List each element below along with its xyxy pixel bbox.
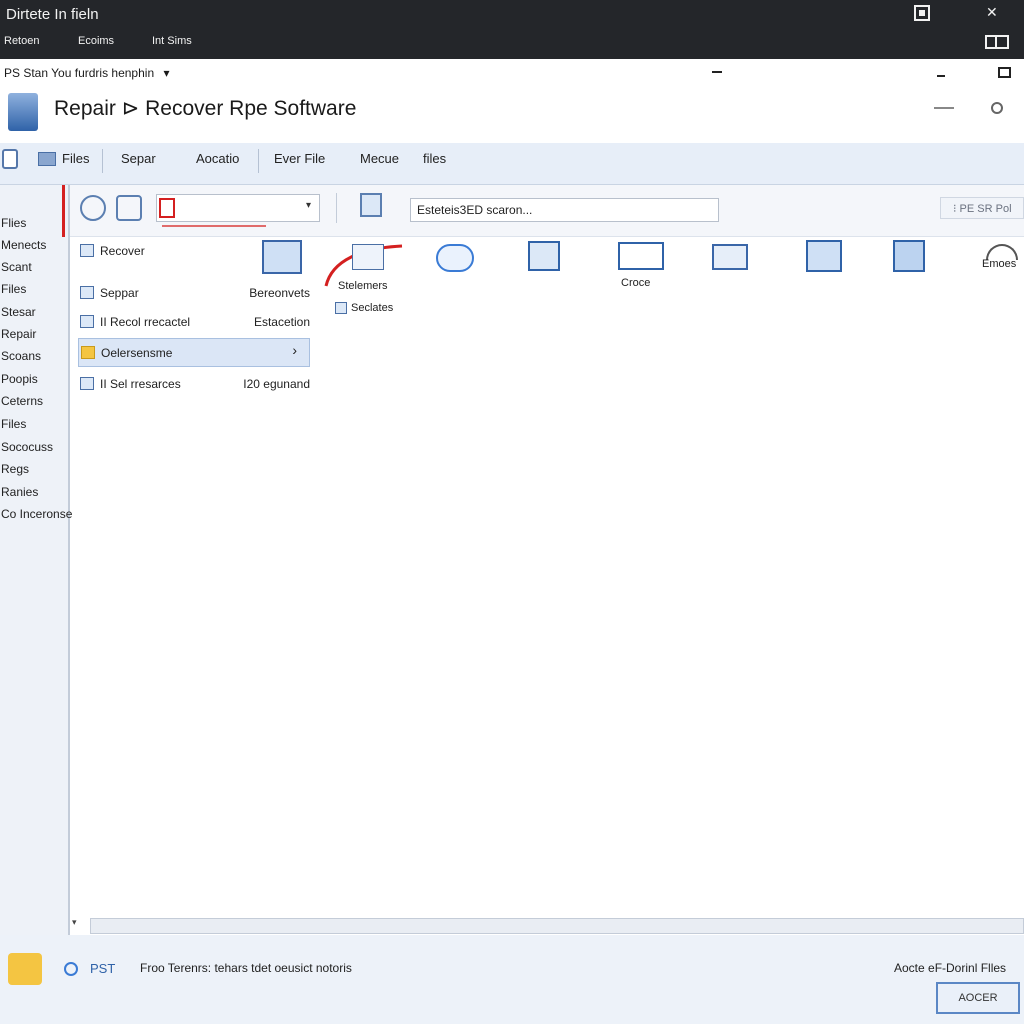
- screen-icon[interactable]: [262, 240, 302, 274]
- sidebar-item-2[interactable]: Menects: [1, 238, 46, 252]
- list-item-label: II Sel rresarces: [100, 377, 181, 391]
- sidebar-item-11[interactable]: Sococuss: [1, 440, 53, 454]
- sidebar-active-marker: [62, 185, 65, 237]
- divider: [258, 149, 259, 173]
- list-item-value: I20 egunand: [243, 377, 310, 391]
- grid-icon[interactable]: [618, 242, 664, 270]
- sidebar-item-3[interactable]: Scant: [1, 260, 32, 274]
- tab-aocatio[interactable]: Aocatio: [196, 151, 239, 166]
- tab-ever-file[interactable]: Ever File: [274, 151, 325, 166]
- window-icon[interactable]: [712, 244, 748, 270]
- list-icon: [80, 286, 94, 299]
- folder-icon: [8, 953, 42, 985]
- list-icon: [80, 244, 94, 257]
- icon-caption: Stelemers: [338, 280, 388, 292]
- tab-mecue[interactable]: Mecue: [360, 151, 399, 166]
- title-bar: Dirtete In fieln Retoen Ecoims Int Sims …: [0, 0, 1024, 59]
- status-right-text: Aocte eF-Dorinl Flles: [894, 961, 1007, 975]
- app-header: Repair ⊳ Recover Rpe Software: [0, 85, 1024, 143]
- status-message: Froo Terenrs: tehars tdet oeusict notori…: [140, 961, 352, 975]
- list-item-resources[interactable]: II Sel rresarces I20 egunand: [78, 370, 310, 398]
- files-icon: [38, 152, 56, 166]
- sync-icon: [64, 962, 78, 976]
- search-icon[interactable]: [991, 102, 1003, 114]
- toolbar: ▾ Esteteis3ED scaron... ⁝ PE SR Pol: [70, 185, 1024, 237]
- horizontal-scrollbar[interactable]: [90, 918, 1024, 934]
- sidebar-item-6[interactable]: Repair: [1, 327, 36, 341]
- breadcrumb[interactable]: PS Stan You furdris henphin ▾: [4, 66, 170, 80]
- file-icon: [159, 198, 175, 218]
- icon-caption: Emoes: [982, 258, 1017, 270]
- tab-files-2[interactable]: files: [423, 151, 446, 166]
- list-item-selected[interactable]: Oelersensme ›: [78, 338, 310, 367]
- sidebar-item-1[interactable]: Flies: [1, 216, 26, 230]
- ok-button[interactable]: AOCER: [936, 982, 1020, 1014]
- maximize-icon[interactable]: [914, 5, 930, 21]
- location-select[interactable]: ▾: [156, 194, 320, 222]
- list-item-recol[interactable]: II Recol rrecactel Estacetion: [78, 308, 310, 336]
- breadcrumb-bar: PS Stan You furdris henphin ▾: [0, 59, 1024, 85]
- status-footer: PST Froo Terenrs: tehars tdet oeusict no…: [0, 935, 1024, 1024]
- sidebar-item-13[interactable]: Ranies: [1, 485, 38, 499]
- chevron-right-icon[interactable]: ›: [292, 342, 297, 358]
- pst-label: PST: [90, 961, 116, 976]
- tab-separ[interactable]: Separ: [121, 151, 156, 166]
- window-title: Dirtete In fieln: [6, 6, 99, 23]
- list-item-label: Recover: [100, 244, 145, 258]
- list-item-value: Estacetion: [253, 315, 310, 329]
- chevron-down-icon[interactable]: ▾: [163, 66, 169, 80]
- sidebar-item-5[interactable]: Stesar: [1, 305, 36, 319]
- chevron-down-icon[interactable]: ▾: [306, 200, 311, 211]
- list-icon: [80, 377, 94, 390]
- tab-bar: Files Separ Aocatio Ever File Mecue file…: [0, 143, 1024, 185]
- settings-icon[interactable]: [116, 195, 142, 221]
- list-item-label: Seppar: [100, 286, 139, 300]
- icon-sub-caption: Seclates: [351, 302, 394, 314]
- list-item-label: Oelersensme: [101, 346, 173, 360]
- back-icon[interactable]: [80, 195, 106, 221]
- sidebar-item-8[interactable]: Poopis: [1, 372, 38, 386]
- close-icon[interactable]: ✕: [986, 4, 1002, 20]
- folder-icon[interactable]: [352, 244, 384, 270]
- tab-files[interactable]: Files: [62, 151, 89, 166]
- menu-item-2[interactable]: Ecoims: [78, 35, 114, 47]
- breadcrumb-text: PS Stan You furdris henphin: [4, 66, 155, 80]
- sidebar: Flies Menects Scant Files Stesar Repair …: [0, 185, 77, 935]
- sidebar-item-10[interactable]: Files: [1, 417, 26, 431]
- cloud-icon[interactable]: [436, 244, 474, 272]
- list-item-label: II Recol rrecactel: [100, 315, 191, 329]
- divider: [336, 193, 337, 223]
- menu-item-1[interactable]: Retoen: [4, 35, 39, 47]
- search-input[interactable]: Esteteis3ED scaron...: [410, 198, 719, 222]
- app-logo-icon: [8, 93, 38, 131]
- layout-icon[interactable]: [985, 35, 1009, 49]
- sidebar-item-14[interactable]: Co Inceronse: [1, 507, 72, 521]
- sidebar-item-12[interactable]: Regs: [1, 462, 29, 476]
- page-title: Repair ⊳ Recover Rpe Software: [54, 97, 357, 120]
- collapse-icon[interactable]: [934, 107, 954, 109]
- document-icon[interactable]: [360, 193, 382, 217]
- progress-underline: [162, 225, 266, 227]
- list-item-seppar[interactable]: Seppar Bereonvets: [78, 279, 310, 307]
- scroll-down-icon[interactable]: ▾: [72, 917, 77, 928]
- list-item-value: Bereonvets: [249, 286, 310, 300]
- refresh-icon[interactable]: [2, 149, 18, 169]
- minimize-icon-2[interactable]: [937, 75, 945, 77]
- minimize-icon[interactable]: [712, 71, 722, 73]
- small-doc-icon: [335, 302, 347, 314]
- sidebar-item-9[interactable]: Ceterns: [1, 394, 43, 408]
- icon-caption: Croce: [621, 277, 651, 289]
- menu-item-3[interactable]: Int Sims: [152, 35, 192, 47]
- list-view-icon[interactable]: [528, 241, 560, 271]
- divider: [102, 149, 103, 173]
- document-stack-icon[interactable]: [806, 240, 842, 272]
- sidebar-item-4[interactable]: Files: [1, 282, 26, 296]
- folder-icon: [81, 346, 95, 359]
- sidebar-item-7[interactable]: Scoans: [1, 349, 41, 363]
- chart-icon[interactable]: [893, 240, 925, 272]
- restore-icon[interactable]: [998, 67, 1011, 78]
- list-icon: [80, 315, 94, 328]
- options-button[interactable]: ⁝ PE SR Pol: [940, 197, 1024, 219]
